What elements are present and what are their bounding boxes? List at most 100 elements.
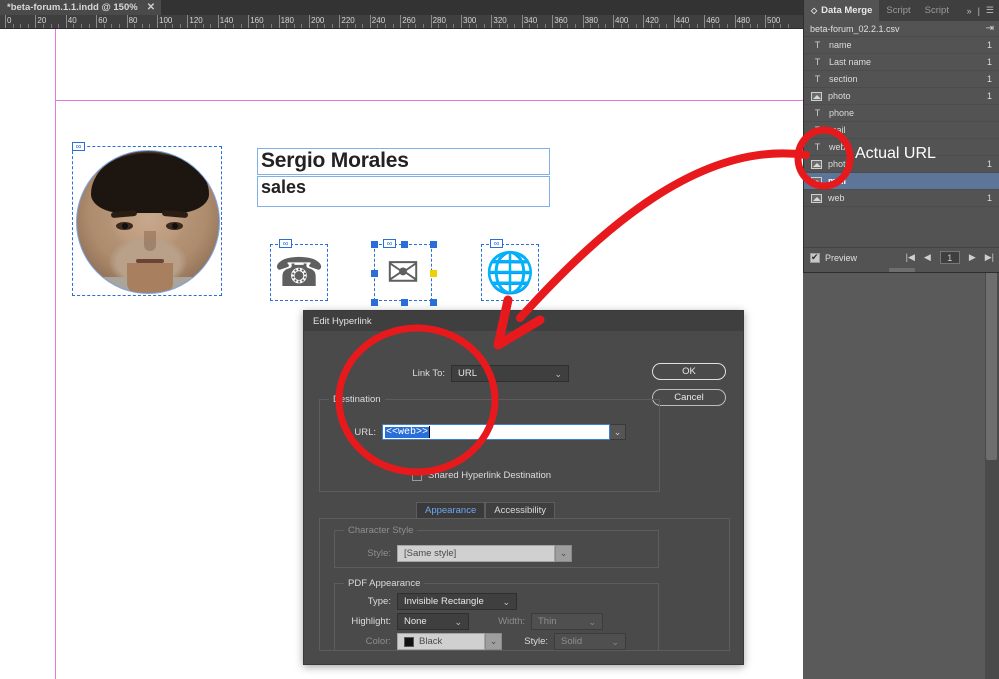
merge-field-label: web xyxy=(828,193,845,203)
merge-field-row[interactable]: photo 1 xyxy=(804,88,999,105)
style-row: Style: [Same style] ⌄ xyxy=(335,545,572,562)
type-value: Invisible Rectangle xyxy=(404,596,484,607)
chevron-down-icon: ⌄ xyxy=(588,617,596,627)
photo-frame[interactable]: ∞ xyxy=(72,142,222,296)
highlight-select[interactable]: None ⌄ xyxy=(397,613,469,630)
panel-footer: Preview |◀ ◀ 1 ▶ ▶| xyxy=(804,247,999,267)
selection-handle[interactable] xyxy=(371,299,378,306)
chevron-down-icon: ⌄ xyxy=(454,617,462,627)
tab-script-1[interactable]: Script xyxy=(879,0,917,21)
cancel-button[interactable]: Cancel xyxy=(652,389,726,406)
data-merge-panel: ◇ Data Merge Script Script » | ☰ beta-fo… xyxy=(803,0,999,273)
merge-field-label: mail xyxy=(829,125,846,135)
text-caret xyxy=(429,426,431,438)
merge-field-label: photo xyxy=(828,159,851,169)
panel-resize-grip[interactable] xyxy=(889,268,915,272)
color-row: Color: Black ⌄ Style: Solid ⌄ xyxy=(335,633,626,650)
tab-accessibility[interactable]: Accessibility xyxy=(485,502,555,518)
destination-group: Destination URL: <<web>> ⌄ Shared Hyperl… xyxy=(319,394,660,492)
merge-field-row[interactable]: Tsection 1 xyxy=(804,71,999,88)
ruler-label: 0 xyxy=(7,16,12,25)
url-input[interactable]: <<web>> xyxy=(382,424,610,440)
merge-field-label: photo xyxy=(828,91,851,101)
color-select[interactable]: Black xyxy=(397,633,485,650)
role-text: sales xyxy=(261,177,307,197)
selection-handle[interactable] xyxy=(371,270,378,277)
first-record-button[interactable]: |◀ xyxy=(906,252,915,263)
merge-field-list[interactable]: Tname 1 T Last name 1 Tsection 1 photo 1 Tphone Tm… xyxy=(804,37,999,247)
panel-grip-icon: ◇ xyxy=(811,6,818,15)
tab-script-2[interactable]: Script xyxy=(918,0,956,21)
tab-appearance-label: Appearance xyxy=(425,505,477,516)
tab-data-merge[interactable]: ◇ Data Merge xyxy=(804,0,880,21)
merge-field-row[interactable]: Tmail xyxy=(804,122,999,139)
url-history-dropdown[interactable]: ⌄ xyxy=(610,424,626,440)
merge-field-label: section xyxy=(829,74,858,84)
selection-handle[interactable] xyxy=(401,241,408,248)
phone-icon: ☎ xyxy=(274,250,324,295)
type-label: Type: xyxy=(367,596,391,607)
merge-field-row[interactable]: web 1 xyxy=(804,190,999,207)
merge-field-row[interactable]: Tphone xyxy=(804,105,999,122)
preview-checkbox[interactable] xyxy=(810,252,820,263)
character-style-group: Character Style Style: [Same style] ⌄ xyxy=(334,525,659,568)
last-record-button[interactable]: ▶| xyxy=(985,252,994,263)
merge-field-row[interactable]: mail xyxy=(804,173,999,190)
type-row: Type: Invisible Rectangle ⌄ xyxy=(335,593,517,610)
name-text-frame[interactable]: Sergio Morales xyxy=(257,148,550,175)
shared-destination-checkbox[interactable] xyxy=(412,470,422,481)
overflow-icon[interactable]: » xyxy=(967,6,972,16)
dialog-title-bar[interactable]: Edit Hyperlink xyxy=(304,311,743,331)
merge-field-row[interactable]: T Last name 1 xyxy=(804,54,999,71)
highlight-row: Highlight: None ⌄ Width: Thin ⌄ xyxy=(335,613,603,630)
text-field-icon: T xyxy=(814,74,821,84)
vertical-scrollbar-thumb[interactable] xyxy=(986,270,997,460)
record-number-input[interactable]: 1 xyxy=(939,251,960,264)
role-text-frame[interactable]: sales xyxy=(257,176,550,207)
horizontal-ruler[interactable]: 0 20 40 60 80 100 120 140 160 180 200 220 240 260 280 3… xyxy=(0,15,803,29)
selection-handle[interactable] xyxy=(401,299,408,306)
text-field-icon: T xyxy=(814,108,821,118)
tab-data-merge-label: Data Merge xyxy=(821,5,873,16)
selection-handle-anchor[interactable] xyxy=(430,270,437,277)
link-to-value: URL xyxy=(458,368,478,379)
color-label: Color: xyxy=(365,636,391,647)
prev-record-button[interactable]: ◀ xyxy=(924,252,931,263)
phone-icon-frame[interactable]: ∞ ☎ xyxy=(270,239,328,301)
type-select[interactable]: Invisible Rectangle ⌄ xyxy=(397,593,517,610)
link-badge-icon: ∞ xyxy=(279,239,292,248)
style-dropdown-button[interactable]: ⌄ xyxy=(555,545,572,562)
chevron-down-icon: ⌄ xyxy=(613,426,622,437)
mail-icon-frame[interactable]: ∞ ✉ xyxy=(371,239,437,306)
edit-hyperlink-dialog: Edit Hyperlink Link To: URL ⌄ OK Cancel … xyxy=(303,310,744,665)
style2-select[interactable]: Solid ⌄ xyxy=(554,633,626,650)
chevron-down-icon: ⌄ xyxy=(559,548,568,558)
pdf-appearance-group: PDF Appearance Type: Invisible Rectangle… xyxy=(334,578,659,651)
chevron-down-icon: ⌄ xyxy=(611,637,619,647)
shared-destination-row[interactable]: Shared Hyperlink Destination xyxy=(412,470,551,481)
ok-button[interactable]: OK xyxy=(652,363,726,380)
link-badge-icon: ∞ xyxy=(383,239,396,248)
selection-handle[interactable] xyxy=(371,241,378,248)
next-record-button[interactable]: ▶ xyxy=(969,252,976,263)
selection-handle[interactable] xyxy=(430,241,437,248)
color-dropdown-button[interactable]: ⌄ xyxy=(485,633,502,650)
selection-handle[interactable] xyxy=(430,299,437,306)
dialog-tab-bar: Appearance Accessibility xyxy=(416,502,555,518)
link-badge-icon: ∞ xyxy=(490,239,503,248)
merge-field-row[interactable]: Tname 1 xyxy=(804,37,999,54)
destination-group-label: Destination xyxy=(329,394,385,405)
globe-icon-frame[interactable]: ∞ 🌐 xyxy=(481,239,539,301)
width-select[interactable]: Thin ⌄ xyxy=(531,613,603,630)
document-tab[interactable]: *beta-forum.1.1.indd @ 150% ✕ xyxy=(0,0,162,15)
export-icon[interactable]: ⇥ xyxy=(986,23,994,34)
tab-appearance[interactable]: Appearance xyxy=(416,502,486,518)
link-to-select[interactable]: URL ⌄ xyxy=(451,365,569,382)
close-icon[interactable]: ✕ xyxy=(147,2,155,13)
panel-tab-bar: ◇ Data Merge Script Script » | ☰ xyxy=(804,0,999,21)
chevron-down-icon: ⌄ xyxy=(502,597,510,607)
pdf-appearance-group-label: PDF Appearance xyxy=(344,578,425,589)
style-select[interactable]: [Same style] xyxy=(397,545,555,562)
panel-menu-icon[interactable]: ☰ xyxy=(986,5,994,16)
name-text: Sergio Morales xyxy=(261,149,409,172)
